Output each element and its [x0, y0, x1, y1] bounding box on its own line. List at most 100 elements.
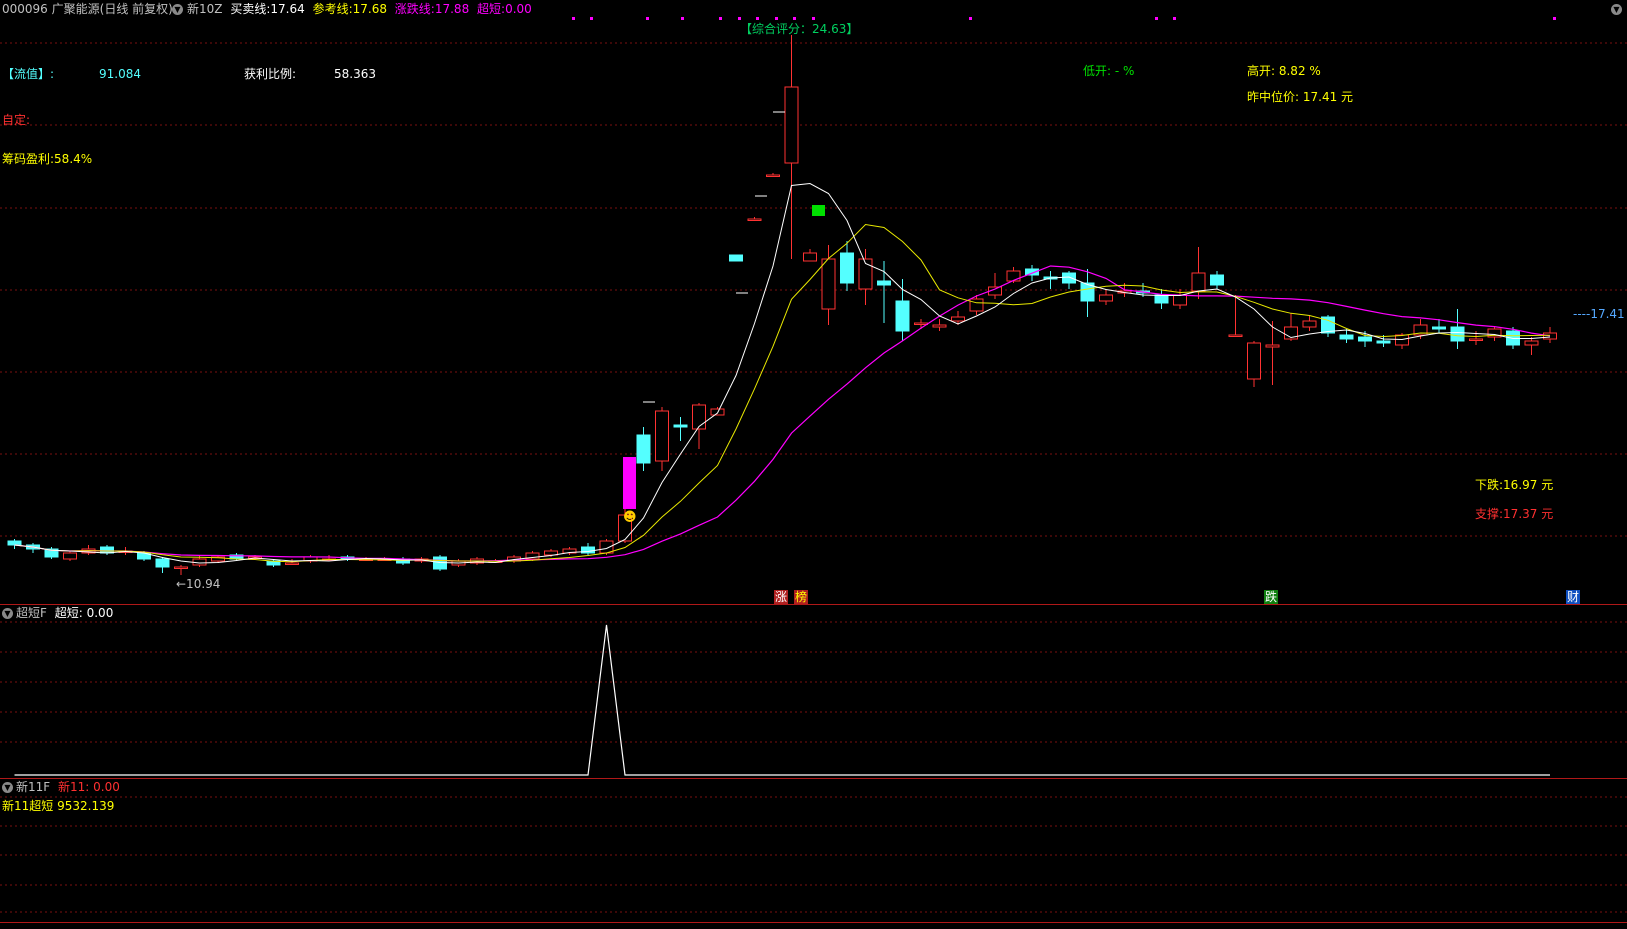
signal-dot	[646, 17, 649, 20]
candle-down	[636, 434, 651, 464]
yesterday-mid-price: 昨中位价: 17.41 元	[1247, 90, 1354, 104]
bottom-separator	[0, 922, 1627, 923]
candle-down	[1358, 336, 1372, 342]
candle-down	[673, 424, 688, 428]
candle-up	[1265, 344, 1280, 348]
candle-up	[192, 558, 207, 566]
chip-profit: 筹码盈利:58.4%	[2, 152, 93, 166]
candle-down	[877, 280, 891, 286]
signal-dot	[719, 17, 722, 20]
candle-down	[1154, 294, 1169, 304]
candle-up	[1099, 294, 1113, 302]
candle-up	[1524, 340, 1539, 346]
candle-down	[1376, 340, 1391, 344]
sub2-name[interactable]: 新11F	[16, 780, 50, 794]
candles	[7, 35, 1557, 575]
profit-ratio-label: 获利比例:	[244, 67, 297, 81]
candle-up	[784, 86, 799, 164]
candle-up	[951, 316, 965, 322]
grid-lines	[0, 42, 1627, 913]
candle-up	[1302, 320, 1317, 328]
ultra-short-line	[14, 624, 1550, 776]
sub2-line2: 新11超短 9532.139	[2, 799, 115, 813]
signal-dot	[681, 17, 684, 20]
float-label: 【流值】:	[2, 67, 55, 81]
green-block	[812, 205, 825, 216]
tag-rank[interactable]: 榜	[794, 590, 809, 604]
signal-dot	[1173, 17, 1176, 20]
candle-down	[1339, 334, 1354, 340]
low-marker: ←10.94	[176, 577, 221, 591]
main-sub1-separator[interactable]	[0, 604, 1627, 605]
candle-up	[285, 562, 299, 565]
tag-fall[interactable]: 跌	[1264, 590, 1279, 604]
profit-ratio-value: 58.363	[334, 67, 376, 81]
candle-down	[1062, 272, 1076, 284]
candle-up	[692, 404, 706, 430]
candle-up	[655, 410, 669, 462]
candle-down	[1210, 274, 1224, 286]
down-label: 下跌:16.97 元	[1475, 478, 1554, 492]
stock-chart-window: 000096 广聚能源(日线 前复权) ▼ 新10Z 买卖线:17.64 参考线…	[0, 0, 1627, 929]
candle-up	[1191, 272, 1206, 292]
sub1-sub2-separator[interactable]	[0, 778, 1627, 779]
signal-dot	[756, 17, 759, 20]
tag-finance[interactable]: 财	[1566, 590, 1581, 604]
sub2-dropdown-icon[interactable]: ▼	[2, 782, 13, 793]
candle-down	[155, 558, 170, 568]
candle-up	[821, 258, 836, 310]
candle-up	[969, 298, 984, 312]
custom-label: 自定:	[2, 113, 31, 127]
candle-up	[174, 566, 188, 569]
signal-dot	[812, 17, 815, 20]
ma-long-line	[14, 265, 1551, 562]
candle-up	[1173, 294, 1187, 306]
support-label: 支撑:17.37 元	[1475, 507, 1554, 521]
ma-mid-line	[14, 223, 1551, 563]
candle-down	[1432, 326, 1446, 330]
candle-down	[840, 252, 854, 284]
tag-rise[interactable]: 涨	[774, 590, 789, 604]
sub1-legend: 超短F 超短: 0.00	[16, 606, 113, 620]
candle-up	[803, 252, 817, 262]
sub1-value-label: 超短:	[54, 606, 83, 620]
signal-dot	[793, 17, 796, 20]
signal-dot	[738, 17, 741, 20]
candle-up	[1006, 270, 1021, 282]
sub1-dropdown-icon[interactable]: ▼	[2, 608, 13, 619]
signal-bar	[623, 457, 636, 509]
last-price-marker: ----17.41	[1573, 307, 1625, 321]
high-open: 高开: 8.82 %	[1247, 64, 1321, 78]
signal-dot	[775, 17, 778, 20]
signal-dot	[1553, 17, 1556, 20]
candlestick-chart[interactable]	[0, 0, 1627, 929]
sub2-value-label: 新11:	[58, 780, 90, 794]
ma-short-line	[14, 182, 1551, 564]
candle-up	[1247, 342, 1261, 380]
candle-down	[895, 300, 910, 332]
candle-down	[100, 546, 114, 554]
top-signal-dots	[572, 17, 1556, 20]
signal-dot	[1155, 17, 1158, 20]
candle-down	[7, 540, 22, 546]
candle-down	[1450, 326, 1465, 342]
sub2-value: 0.00	[93, 780, 120, 794]
candle-up	[914, 322, 928, 325]
sub2-legend: 新11F 新11: 0.00	[16, 780, 120, 794]
signal-dot	[969, 17, 972, 20]
candle-up	[63, 552, 77, 560]
extra-marks	[623, 111, 825, 509]
candle-up	[766, 174, 780, 177]
candle-up	[1543, 332, 1557, 340]
candle-up	[1228, 334, 1243, 337]
smile-icon: ☻	[623, 510, 637, 525]
candle-up	[932, 324, 947, 328]
signal-dot	[572, 17, 575, 20]
float-value: 91.084	[99, 67, 141, 81]
rating-label: 【综合评分：24.63】	[740, 22, 859, 36]
candle-down	[729, 254, 743, 262]
sub1-name[interactable]: 超短F	[16, 606, 47, 620]
low-open: 低开: - %	[1083, 64, 1135, 78]
candle-up	[1469, 338, 1483, 341]
candle-up	[747, 218, 762, 221]
